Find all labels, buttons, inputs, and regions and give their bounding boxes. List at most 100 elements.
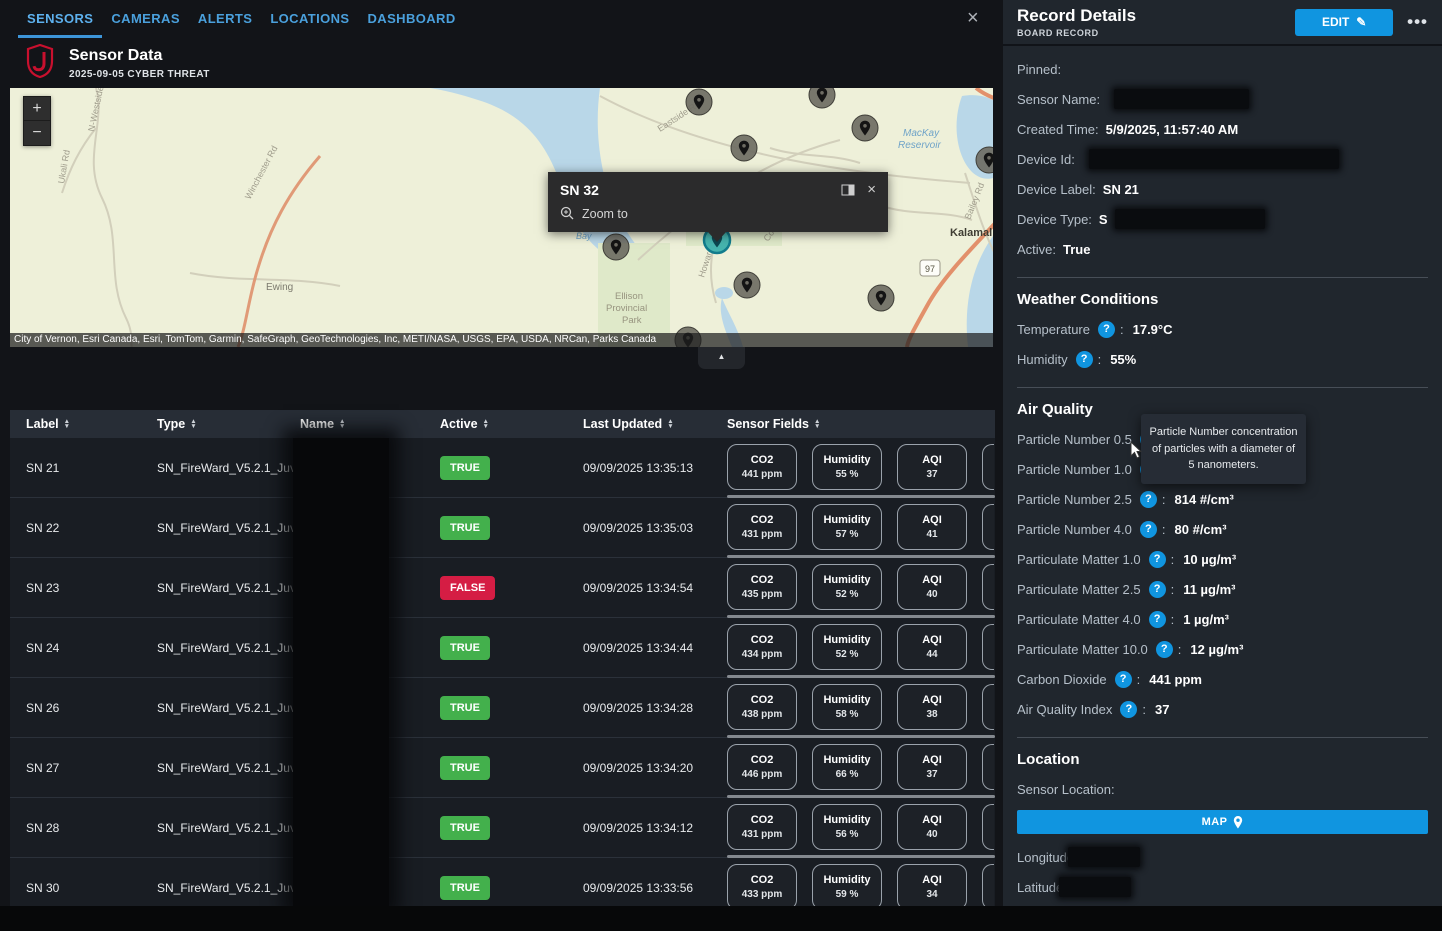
sensor-field-chip[interactable]: AQI 34 [897, 864, 967, 910]
close-icon[interactable]: × [967, 8, 979, 28]
sensor-field-chip-partial[interactable] [982, 864, 994, 910]
sensor-field-chip-partial[interactable] [982, 624, 994, 670]
route-97-shield: 97 [920, 260, 940, 276]
map-collapse-tab[interactable]: ▲ [698, 347, 745, 369]
sensor-field-chip[interactable]: CO2 431 ppm [727, 804, 797, 850]
panel-subtitle: BOARD RECORD [1017, 28, 1136, 38]
popup-close-icon[interactable]: × [867, 181, 876, 198]
help-icon[interactable]: ? [1149, 581, 1166, 598]
row-type: SN_FireWard_V5.2.1_Juvare [157, 461, 300, 475]
sensor-field-chip[interactable]: Humidity 56 % [812, 804, 882, 850]
dock-icon[interactable] [841, 184, 855, 196]
column-header-label[interactable]: Label▲▼ [10, 417, 157, 431]
table-row[interactable]: SN 22 SN_FireWard_V5.2.1_Juvare TRUE 09/… [10, 498, 995, 558]
sensor-field-chip-partial[interactable] [982, 444, 994, 490]
sensor-field-chip[interactable]: Humidity 57 % [812, 504, 882, 550]
sensor-fields: CO2 438 ppm Humidity 58 % AQI 38 [727, 678, 995, 738]
column-header-active[interactable]: Active▲▼ [440, 417, 583, 431]
redaction-box [1114, 89, 1249, 109]
row-label: SN 26 [10, 701, 157, 715]
sensor-field-chip[interactable]: Humidity 66 % [812, 744, 882, 790]
sensor-field-chip[interactable]: AQI 41 [897, 504, 967, 550]
sensor-field-chip-partial[interactable] [982, 744, 994, 790]
sensor-field-chip[interactable]: CO2 435 ppm [727, 564, 797, 610]
sensor-field-chip[interactable]: Humidity 55 % [812, 444, 882, 490]
column-header-name[interactable]: Name▲▼ [300, 417, 440, 431]
zoom-out-button[interactable]: − [24, 121, 50, 145]
sensor-field-chip[interactable]: AQI 44 [897, 624, 967, 670]
help-icon[interactable]: ? [1149, 551, 1166, 568]
kalamalka-lake [967, 236, 993, 347]
sensor-field-chip[interactable]: CO2 438 ppm [727, 684, 797, 730]
table-row[interactable]: SN 26 SN_FireWard_V5.2.1_Juvare TRUE 09/… [10, 678, 995, 738]
svg-text:97: 97 [925, 264, 935, 274]
nav-item[interactable]: LOCATIONS [261, 0, 358, 38]
zoom-in-button[interactable]: + [24, 97, 50, 121]
row-type: SN_FireWard_V5.2.1_Juvare [157, 581, 300, 595]
nav-item[interactable]: ALERTS [189, 0, 261, 38]
sensor-field-chip-partial[interactable] [982, 804, 994, 850]
help-icon[interactable]: ? [1098, 321, 1115, 338]
map-pin[interactable] [603, 234, 629, 260]
air-metric-row: Particle Number 2.5 ? : 814 #/cm³ [1017, 484, 1428, 514]
sensor-field-chip[interactable]: Humidity 52 % [812, 564, 882, 610]
sensor-field-chip[interactable]: Humidity 52 % [812, 624, 882, 670]
sensor-field-chip[interactable]: AQI 37 [897, 744, 967, 790]
active-badge: TRUE [440, 516, 490, 540]
redaction-box [1115, 209, 1265, 229]
row-type: SN_FireWard_V5.2.1_Juvare [157, 821, 300, 835]
sensor-field-chip-partial[interactable] [982, 564, 994, 610]
nav-item[interactable]: DASHBOARD [359, 0, 465, 38]
map-button[interactable]: MAP [1017, 810, 1428, 834]
help-icon[interactable]: ? [1140, 491, 1157, 508]
page-header: Sensor Data 2025-09-05 CYBER THREAT [26, 44, 210, 83]
help-icon[interactable]: ? [1076, 351, 1093, 368]
column-header-last-updated[interactable]: Last Updated▲▼ [583, 417, 727, 431]
map-pin[interactable] [686, 89, 712, 115]
redaction-box [1059, 877, 1131, 897]
sensor-field-chip[interactable]: Humidity 58 % [812, 684, 882, 730]
help-icon[interactable]: ? [1149, 611, 1166, 628]
map[interactable]: N-Westside Rd Ukali Rd Winchester Rd Eas… [10, 88, 993, 347]
row-label: SN 22 [10, 521, 157, 535]
road-label-ukali: Ukali Rd [56, 149, 72, 184]
edit-button[interactable]: EDIT ✎ [1295, 9, 1393, 36]
sensor-field-chip-partial[interactable] [982, 504, 994, 550]
sensor-field-chip[interactable]: AQI 40 [897, 564, 967, 610]
help-icon[interactable]: ? [1140, 521, 1157, 538]
map-pin[interactable] [809, 88, 835, 108]
sensor-field-chip[interactable]: CO2 434 ppm [727, 624, 797, 670]
map-pin[interactable] [734, 272, 760, 298]
weather-metric-row: Humidity ? : 55% [1017, 344, 1428, 374]
label-park-2: Provincial [606, 303, 647, 314]
sensor-field-chip[interactable]: AQI 38 [897, 684, 967, 730]
help-icon[interactable]: ? [1120, 701, 1137, 718]
sensor-field-chip[interactable]: AQI 40 [897, 804, 967, 850]
table-row[interactable]: SN 23 SN_FireWard_V5.2.1_Juvare FALSE 09… [10, 558, 995, 618]
sensor-field-chip[interactable]: CO2 431 ppm [727, 504, 797, 550]
sensor-field-chip[interactable]: AQI 37 [897, 444, 967, 490]
map-pin[interactable] [868, 285, 894, 311]
nav-item[interactable]: CAMERAS [102, 0, 189, 38]
table-row[interactable]: SN 28 SN_FireWard_V5.2.1_Juvare TRUE 09/… [10, 798, 995, 858]
table-row[interactable]: SN 27 SN_FireWard_V5.2.1_Juvare TRUE 09/… [10, 738, 995, 798]
sensor-field-chip[interactable]: Humidity 59 % [812, 864, 882, 910]
sensor-field-chip[interactable]: CO2 441 ppm [727, 444, 797, 490]
sensor-field-chip[interactable]: CO2 446 ppm [727, 744, 797, 790]
map-pin[interactable] [852, 115, 878, 141]
map-pin[interactable] [731, 135, 757, 161]
zoom-to-action[interactable]: Zoom to [548, 198, 888, 221]
help-icon[interactable]: ? [1115, 671, 1132, 688]
more-options-icon[interactable]: ••• [1407, 12, 1428, 32]
column-header-sensor-fields[interactable]: Sensor Fields▲▼ [727, 417, 995, 431]
nav-item[interactable]: SENSORS [18, 0, 102, 38]
table-row[interactable]: SN 24 SN_FireWard_V5.2.1_Juvare TRUE 09/… [10, 618, 995, 678]
sensor-field-chip[interactable]: CO2 433 ppm [727, 864, 797, 910]
column-header-type[interactable]: Type▲▼ [157, 417, 300, 431]
table-row[interactable]: SN 21 SN_FireWard_V5.2.1_Juvare TRUE 09/… [10, 438, 995, 498]
panel-header: Record Details BOARD RECORD EDIT ✎ ••• [1003, 0, 1442, 46]
sensor-field-chip-partial[interactable] [982, 684, 994, 730]
help-icon[interactable]: ? [1156, 641, 1173, 658]
active-badge: TRUE [440, 696, 490, 720]
section-divider [1017, 387, 1428, 388]
